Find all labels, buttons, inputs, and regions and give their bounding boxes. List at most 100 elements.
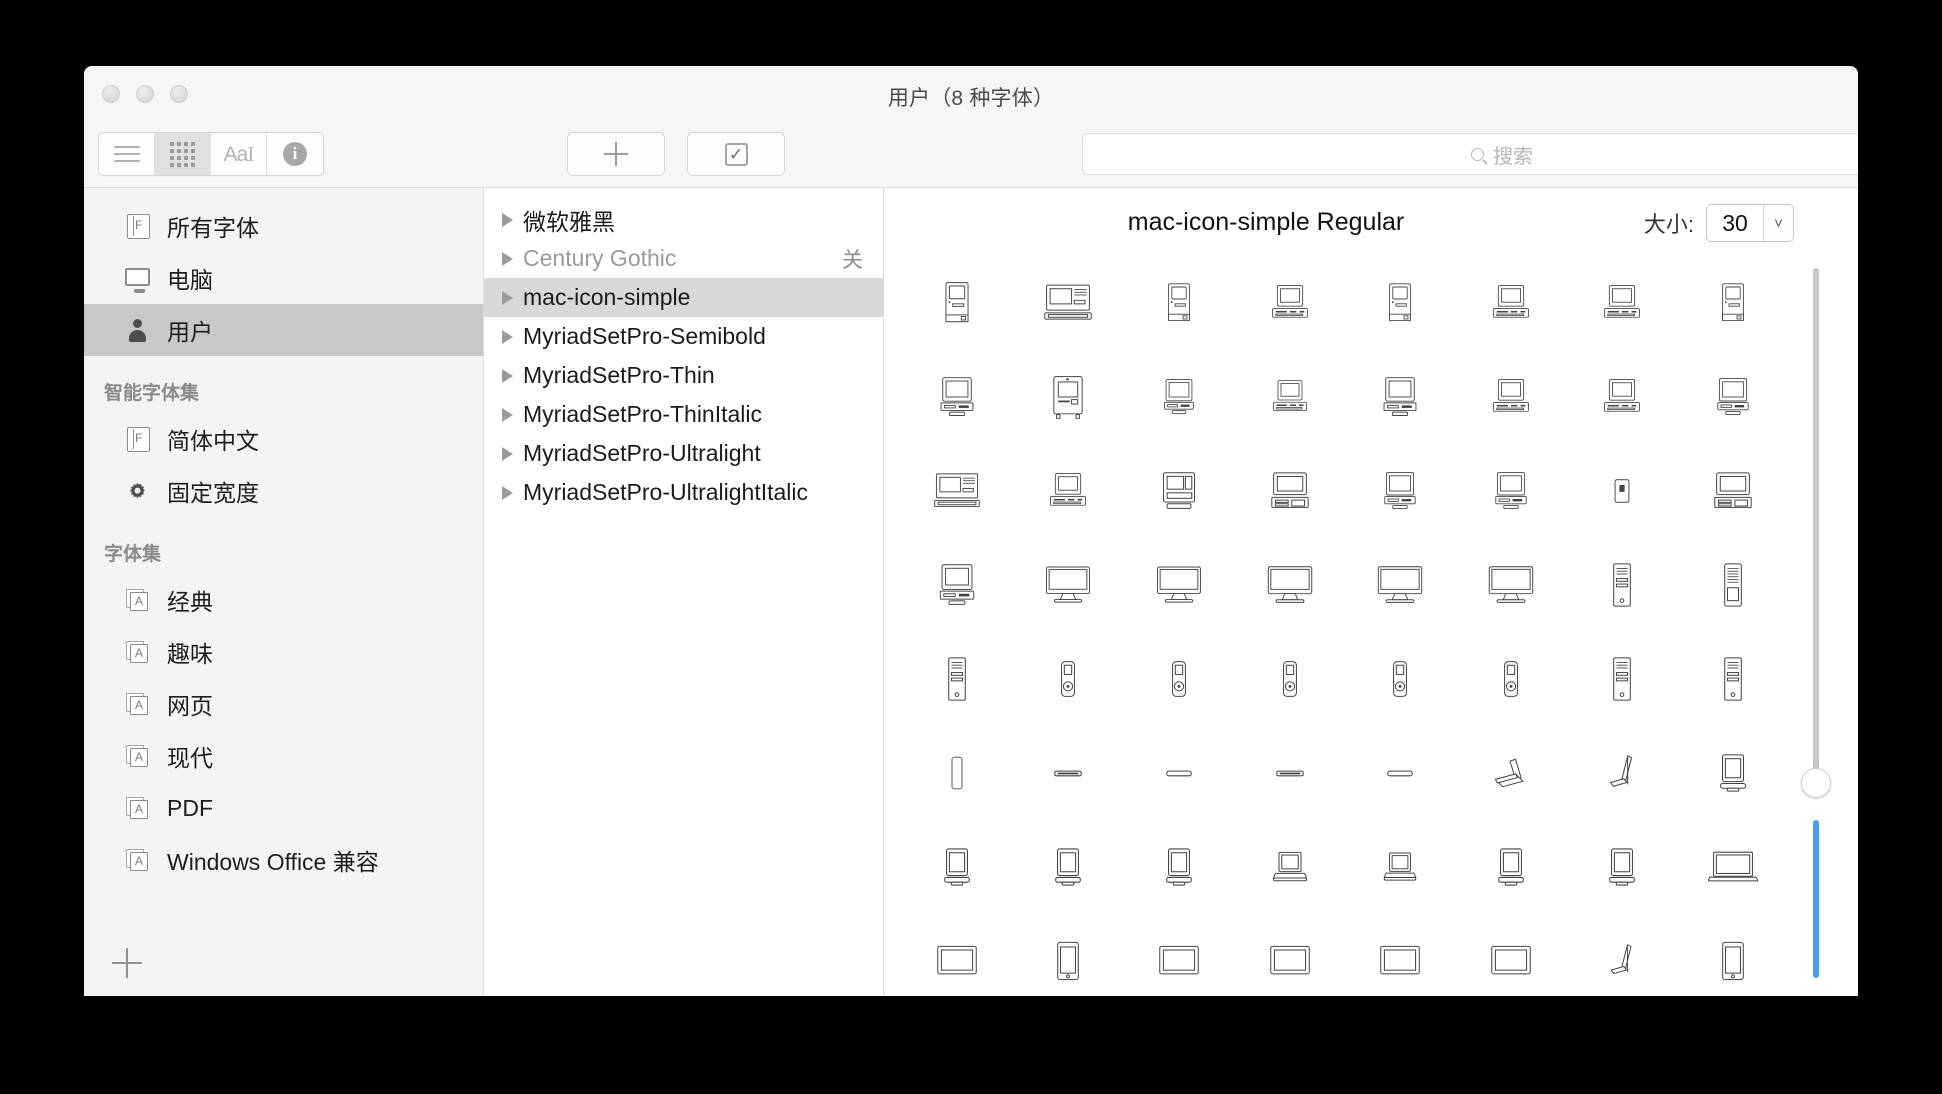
- glyph-cell[interactable]: [1038, 367, 1098, 427]
- glyph-cell[interactable]: [1703, 555, 1763, 615]
- glyph-cell[interactable]: [1703, 931, 1763, 991]
- glyph-cell[interactable]: [927, 931, 987, 991]
- size-stepper[interactable]: 30 ˅: [1706, 204, 1794, 242]
- disclosure-triangle-icon[interactable]: [502, 291, 513, 305]
- glyph-cell[interactable]: [1370, 273, 1430, 333]
- glyph-cell[interactable]: [927, 555, 987, 615]
- glyph-cell[interactable]: [927, 837, 987, 897]
- glyph-cell[interactable]: [1481, 273, 1541, 333]
- glyph-cell[interactable]: [1038, 273, 1098, 333]
- glyph-cell[interactable]: [1703, 367, 1763, 427]
- sidebar-item-fun[interactable]: A 趣味: [84, 626, 483, 678]
- glyph-cell[interactable]: [1260, 273, 1320, 333]
- glyph-cell[interactable]: [1149, 555, 1209, 615]
- add-font-button[interactable]: [567, 132, 665, 176]
- glyph-cell[interactable]: [1703, 273, 1763, 333]
- chevron-down-icon[interactable]: ˅: [1763, 205, 1793, 241]
- glyph-cell[interactable]: [1481, 367, 1541, 427]
- glyph-cell[interactable]: [927, 367, 987, 427]
- grid-view-button[interactable]: [155, 133, 211, 175]
- glyph-cell[interactable]: [927, 649, 987, 709]
- glyph-cell[interactable]: [1038, 461, 1098, 521]
- glyph-cell[interactable]: [1592, 273, 1652, 333]
- font-list-row[interactable]: MyriadSetPro-UltralightItalic: [484, 473, 883, 512]
- sidebar-item-fixed-width[interactable]: 固定宽度: [84, 465, 483, 517]
- glyph-cell[interactable]: [1703, 837, 1763, 897]
- glyph-cell[interactable]: [1149, 931, 1209, 991]
- glyph-cell[interactable]: [1260, 837, 1320, 897]
- add-collection-button[interactable]: [112, 948, 142, 978]
- glyph-cell[interactable]: [1703, 461, 1763, 521]
- glyph-cell[interactable]: [927, 273, 987, 333]
- glyph-cell[interactable]: [1038, 837, 1098, 897]
- glyph-cell[interactable]: [927, 461, 987, 521]
- glyph-cell[interactable]: [1149, 743, 1209, 803]
- font-list-row[interactable]: MyriadSetPro-Thin: [484, 356, 883, 395]
- glyph-cell[interactable]: [1592, 461, 1652, 521]
- list-view-button[interactable]: [99, 133, 155, 175]
- glyph-cell[interactable]: [1038, 555, 1098, 615]
- size-value[interactable]: 30: [1707, 205, 1763, 241]
- disclosure-triangle-icon[interactable]: [502, 408, 513, 422]
- disclosure-triangle-icon[interactable]: [502, 369, 513, 383]
- glyph-cell[interactable]: [1481, 649, 1541, 709]
- glyph-cell[interactable]: [1481, 931, 1541, 991]
- sidebar-item-computer[interactable]: 电脑: [84, 252, 483, 304]
- disclosure-triangle-icon[interactable]: [502, 252, 513, 266]
- glyph-cell[interactable]: [1592, 931, 1652, 991]
- glyph-cell[interactable]: [1370, 555, 1430, 615]
- glyph-cell[interactable]: [1260, 555, 1320, 615]
- glyph-cell[interactable]: [1370, 461, 1430, 521]
- font-list-row[interactable]: mac-icon-simple: [484, 278, 883, 317]
- sidebar-item-user[interactable]: 用户: [84, 304, 483, 356]
- glyph-cell[interactable]: [1481, 743, 1541, 803]
- sample-view-button[interactable]: AaI: [211, 133, 267, 175]
- glyph-cell[interactable]: [927, 743, 987, 803]
- glyph-cell[interactable]: [1149, 461, 1209, 521]
- sidebar-item-simplified-chinese[interactable]: F 简体中文: [84, 413, 483, 465]
- sidebar-item-all-fonts[interactable]: F 所有字体: [84, 200, 483, 252]
- font-list-row[interactable]: MyriadSetPro-ThinItalic: [484, 395, 883, 434]
- glyph-cell[interactable]: [1703, 649, 1763, 709]
- glyph-cell[interactable]: [1370, 931, 1430, 991]
- font-list-row[interactable]: MyriadSetPro-Ultralight: [484, 434, 883, 473]
- search-input[interactable]: 搜索: [1082, 133, 1858, 175]
- glyph-cell[interactable]: [1592, 555, 1652, 615]
- glyph-cell[interactable]: [1038, 743, 1098, 803]
- font-list-row[interactable]: MyriadSetPro-Semibold: [484, 317, 883, 356]
- font-list-row[interactable]: Century Gothic 关: [484, 239, 883, 278]
- sidebar-item-classic[interactable]: A 经典: [84, 574, 483, 626]
- sidebar-item-pdf[interactable]: A PDF: [84, 782, 483, 834]
- glyph-cell[interactable]: [1370, 367, 1430, 427]
- glyph-cell[interactable]: [1260, 649, 1320, 709]
- glyph-cell[interactable]: [1481, 555, 1541, 615]
- size-slider[interactable]: [1798, 268, 1832, 978]
- glyph-cell[interactable]: [1370, 837, 1430, 897]
- glyph-cell[interactable]: [1481, 461, 1541, 521]
- glyph-cell[interactable]: [1149, 649, 1209, 709]
- glyph-cell[interactable]: [1260, 367, 1320, 427]
- glyph-cell[interactable]: [1370, 743, 1430, 803]
- glyph-cell[interactable]: [1038, 649, 1098, 709]
- glyph-cell[interactable]: [1592, 649, 1652, 709]
- glyph-cell[interactable]: [1370, 649, 1430, 709]
- validate-font-button[interactable]: ✓: [687, 132, 785, 176]
- glyph-cell[interactable]: [1481, 837, 1541, 897]
- glyph-cell[interactable]: [1592, 837, 1652, 897]
- glyph-cell[interactable]: [1149, 837, 1209, 897]
- sidebar-item-modern[interactable]: A 现代: [84, 730, 483, 782]
- font-list-row[interactable]: 微软雅黑: [484, 200, 883, 239]
- sidebar-item-windows-office-compatible[interactable]: A Windows Office 兼容: [84, 834, 483, 886]
- glyph-cell[interactable]: [1592, 367, 1652, 427]
- glyph-cell[interactable]: [1038, 931, 1098, 991]
- glyph-cell[interactable]: [1149, 273, 1209, 333]
- slider-knob[interactable]: [1801, 768, 1831, 798]
- disclosure-triangle-icon[interactable]: [502, 447, 513, 461]
- sidebar-item-web[interactable]: A 网页: [84, 678, 483, 730]
- disclosure-triangle-icon[interactable]: [502, 486, 513, 500]
- glyph-cell[interactable]: [1592, 743, 1652, 803]
- glyph-cell[interactable]: [1260, 461, 1320, 521]
- info-view-button[interactable]: i: [267, 133, 323, 175]
- glyph-cell[interactable]: [1260, 931, 1320, 991]
- disclosure-triangle-icon[interactable]: [502, 213, 513, 227]
